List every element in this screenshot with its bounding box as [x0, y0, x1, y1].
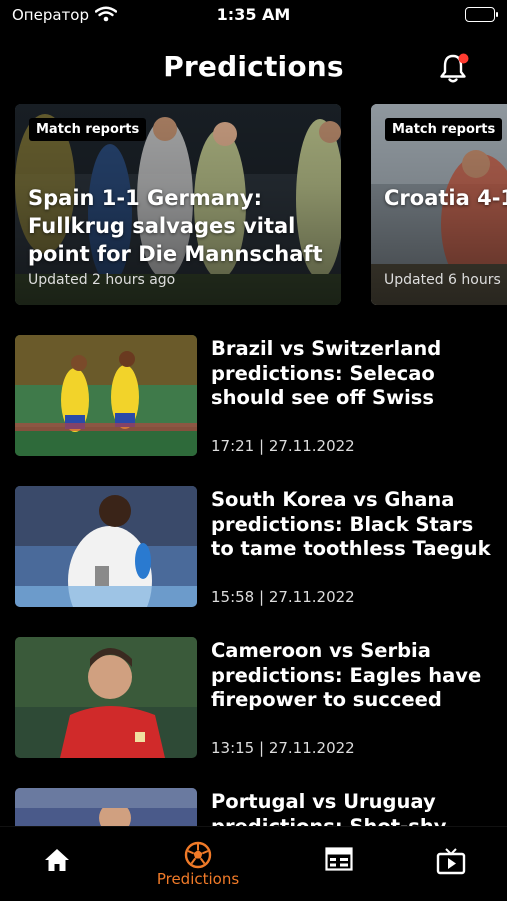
header: Predictions: [0, 40, 507, 94]
featured-updated: Updated 2 hours ago: [28, 272, 176, 288]
list-item[interactable]: South Korea vs Ghana predictions: Black …: [0, 486, 507, 611]
article-thumbnail: [15, 486, 197, 607]
article-title: Cameroon vs Serbia predictions: Eagles h…: [211, 639, 482, 711]
article-thumbnail: [15, 788, 197, 826]
bell-icon: [440, 53, 469, 83]
tab-tv[interactable]: [416, 827, 486, 901]
article-thumbnail: [15, 335, 197, 456]
featured-card[interactable]: Match reports Spain 1-1 Germany: Fullkru…: [15, 104, 341, 305]
article-thumbnail: [15, 637, 197, 758]
status-bar: Оператор 1:35 AM: [0, 0, 507, 32]
featured-title: Spain 1-1 Germany: Fullkrug salvages vit…: [28, 186, 323, 266]
article-date: 17:21 | 27.11.2022: [211, 437, 355, 455]
tab-predictions[interactable]: Predictions: [148, 827, 248, 901]
featured-carousel[interactable]: Match reports Spain 1-1 Germany: Fullkru…: [0, 104, 507, 306]
tab-predictions-label: Predictions: [156, 870, 240, 888]
featured-updated: Updated 6 hours: [384, 272, 501, 288]
featured-card[interactable]: Match reports Croatia 4-1 Kramaric m eli…: [371, 104, 507, 305]
clock: 1:35 AM: [216, 5, 291, 24]
page-title: Predictions: [163, 50, 344, 83]
tv-icon: [436, 848, 466, 875]
article-date: 13:15 | 27.11.2022: [211, 739, 355, 757]
article-title: South Korea vs Ghana predictions: Black …: [211, 488, 491, 560]
tab-home[interactable]: [22, 827, 92, 901]
article-title: Portugal vs Uruguay predictions: Shot-sh…: [211, 790, 447, 826]
list-item[interactable]: Cameroon vs Serbia predictions: Eagles h…: [0, 637, 507, 762]
tab-schedule[interactable]: [304, 827, 374, 901]
article-title: Brazil vs Switzerland predictions: Selec…: [211, 337, 442, 409]
article-date: 15:58 | 27.11.2022: [211, 588, 355, 606]
category-tag: Match reports: [29, 118, 147, 141]
list-item[interactable]: Portugal vs Uruguay predictions: Shot-sh…: [0, 788, 507, 826]
soccer-ball-icon: [184, 841, 212, 869]
battery-icon: [465, 7, 498, 22]
list-item[interactable]: Brazil vs Switzerland predictions: Selec…: [0, 335, 507, 460]
category-tag: Match reports: [385, 118, 503, 141]
tab-bar: Predictions: [0, 826, 507, 901]
notifications-button[interactable]: [435, 50, 471, 86]
calendar-icon: [325, 847, 353, 871]
home-icon: [45, 849, 69, 871]
featured-title: Croatia 4-1 Kramaric m eliminate M: [384, 186, 507, 210]
